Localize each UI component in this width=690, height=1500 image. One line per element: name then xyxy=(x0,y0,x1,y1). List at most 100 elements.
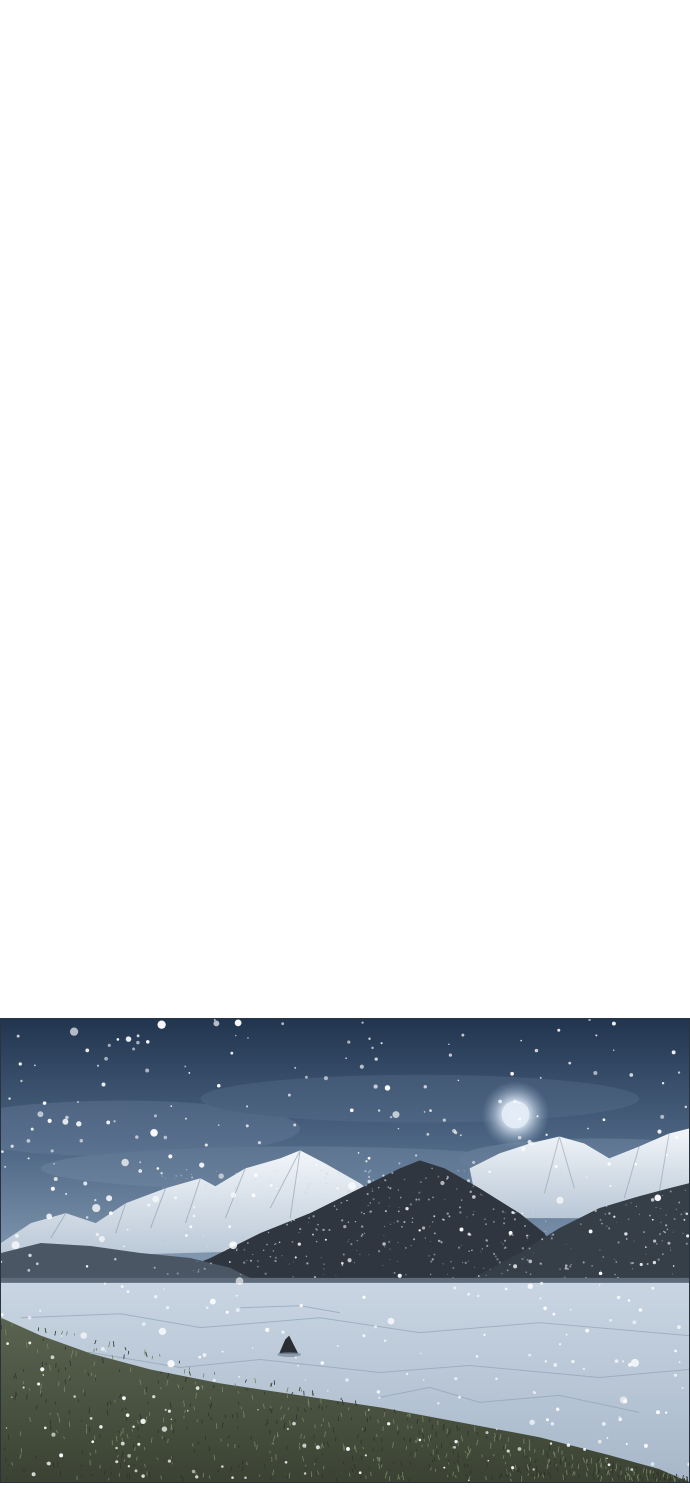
snowflake xyxy=(423,1085,427,1089)
snowflake xyxy=(284,1460,288,1464)
snowflake xyxy=(228,1225,232,1228)
hill-snow-speck xyxy=(665,1224,668,1227)
snowflake xyxy=(323,1076,329,1081)
snowflake xyxy=(606,1437,609,1439)
snowflake xyxy=(229,1241,238,1250)
snowflake xyxy=(343,1224,347,1229)
hill-snow-speck xyxy=(364,1170,367,1173)
snowflake xyxy=(588,1229,593,1234)
hill-snow-speck xyxy=(594,1209,597,1213)
hill-snow-speck xyxy=(502,1222,506,1225)
hill-snow-speck xyxy=(184,1193,186,1195)
hill-snow-speck xyxy=(492,1208,495,1211)
hill-snow-speck xyxy=(678,1201,681,1204)
hill-snow-speck xyxy=(627,1218,630,1220)
snowflake xyxy=(160,1172,163,1175)
hill-snow-speck xyxy=(215,1170,217,1172)
snowflake xyxy=(678,1361,681,1363)
snowflake xyxy=(387,1422,391,1426)
snowflake xyxy=(11,1396,13,1399)
snowflake xyxy=(304,1378,307,1381)
hill-snow-speck xyxy=(328,1228,331,1232)
moon xyxy=(501,1100,530,1129)
hill-snow-speck xyxy=(550,1234,552,1236)
snowflake xyxy=(539,1076,542,1079)
snowflake xyxy=(452,1128,457,1133)
snowflake xyxy=(281,1330,285,1334)
snowflake xyxy=(28,1341,32,1345)
hill-snow-speck xyxy=(397,1241,399,1244)
snowflake xyxy=(16,1034,20,1038)
hill-snow-speck xyxy=(440,1241,443,1244)
hill-snow-speck xyxy=(393,1222,395,1224)
hill-snow-speck xyxy=(411,1217,414,1219)
hill-snow-speck xyxy=(261,1184,264,1187)
snowflake xyxy=(157,1020,166,1029)
snowflake xyxy=(665,1154,668,1157)
snowflake xyxy=(184,1065,187,1068)
snowflake xyxy=(673,1373,678,1377)
snowflake xyxy=(134,1469,138,1473)
hill-snow-speck xyxy=(185,1178,187,1179)
snowflake xyxy=(529,1419,535,1426)
hill-snow-speck xyxy=(324,1176,326,1178)
snowflake xyxy=(681,1386,684,1390)
snowflake xyxy=(383,1339,387,1343)
snowflake xyxy=(145,1068,150,1073)
snowflake xyxy=(116,1038,120,1041)
hill-snow-speck xyxy=(462,1261,464,1264)
hill-snow-speck xyxy=(633,1240,635,1242)
snowflake xyxy=(382,1174,385,1177)
hill-snow-speck xyxy=(452,1266,455,1269)
hill-snow-speck xyxy=(166,1272,169,1276)
hill-snow-speck xyxy=(556,1173,559,1175)
snowflake xyxy=(414,1154,418,1157)
hill-snow-speck xyxy=(391,1171,394,1175)
snowflake xyxy=(27,1157,30,1160)
hill-snow-speck xyxy=(444,1198,446,1200)
hill-snow-speck xyxy=(442,1263,444,1265)
snowflake xyxy=(397,1273,402,1278)
hill-snow-speck xyxy=(187,1213,189,1216)
blank-whitespace xyxy=(0,0,690,1018)
snowflake xyxy=(554,1164,558,1169)
hill-snow-speck xyxy=(257,1266,259,1268)
hill-snow-speck xyxy=(498,1196,500,1198)
hill-snow-speck xyxy=(360,1211,363,1214)
hill-snow-speck xyxy=(169,1221,172,1224)
snowflake xyxy=(582,1367,586,1370)
hill-snow-speck xyxy=(655,1243,658,1245)
snowflake xyxy=(42,1101,47,1105)
hill-snow-speck xyxy=(246,1259,248,1261)
snowflake xyxy=(513,1099,517,1104)
snowflake xyxy=(643,1443,648,1448)
snowflake xyxy=(188,1072,191,1074)
hill-snow-speck xyxy=(515,1211,517,1213)
hill-snow-speck xyxy=(359,1253,361,1256)
snowflake xyxy=(83,1181,88,1186)
hill-snow-speck xyxy=(210,1262,212,1265)
snowflake xyxy=(77,1101,79,1103)
snowflake xyxy=(619,1396,628,1404)
snowflake xyxy=(467,1479,470,1482)
snowflake xyxy=(132,1047,136,1051)
snowflake xyxy=(511,1466,515,1470)
hill-snow-speck xyxy=(617,1241,620,1244)
snowflake xyxy=(651,1286,655,1290)
snowflake xyxy=(53,1162,55,1165)
hill-snow-speck xyxy=(367,1205,369,1207)
hill-snow-speck xyxy=(500,1242,502,1244)
hill-snow-speck xyxy=(389,1259,391,1260)
hill-snow-speck xyxy=(458,1206,462,1209)
hill-snow-speck xyxy=(471,1249,473,1252)
hill-snow-speck xyxy=(464,1261,467,1264)
hill-snow-speck xyxy=(341,1219,344,1222)
snowflake xyxy=(446,1178,448,1180)
hill-snow-speck xyxy=(457,1246,461,1249)
snowflake xyxy=(73,1395,77,1398)
hill-snow-speck xyxy=(431,1221,434,1223)
hill-snow-speck xyxy=(235,1249,238,1251)
snowflake xyxy=(504,1287,508,1291)
snowflake xyxy=(458,1395,461,1399)
snowflake xyxy=(555,1407,560,1411)
